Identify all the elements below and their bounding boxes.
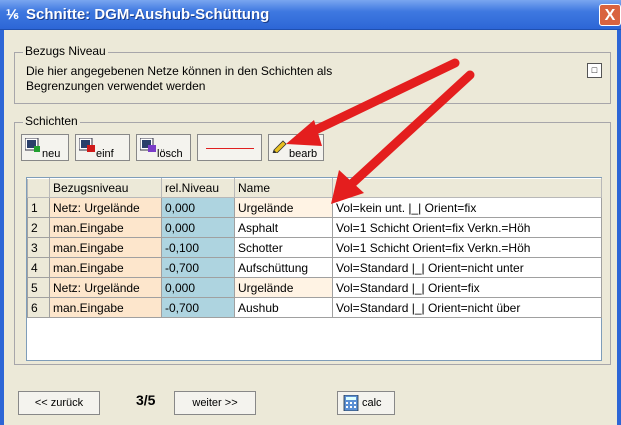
info-cell[interactable]: Vol=Standard |_| Orient=nicht über	[332, 297, 602, 318]
column-header[interactable]: Name	[234, 178, 333, 198]
name-cell[interactable]: Aufschüttung	[234, 257, 333, 278]
column-header[interactable]: Info	[332, 178, 602, 198]
losch-button[interactable]: lösch	[136, 134, 191, 161]
name-cell[interactable]: Urgelände	[234, 197, 333, 218]
bearb-label: bearb	[289, 148, 318, 160]
calc-label: calc	[362, 397, 382, 409]
table-row[interactable]: 4 man.Eingabe -0,700 Aufschüttung Vol=St…	[27, 257, 602, 278]
layers-table: Bezugsniveau rel.Niveau Name Info 1 Netz…	[27, 178, 602, 318]
info-cell[interactable]: Vol=kein unt. |_| Orient=fix	[332, 197, 602, 218]
neu-label: neu	[42, 148, 61, 160]
bezugsniveau-cell[interactable]: man.Eingabe	[49, 257, 162, 278]
losch-label: lösch	[157, 148, 183, 160]
rel-niveau-cell[interactable]: 0,000	[161, 277, 235, 298]
row-number: 2	[27, 217, 50, 238]
info-cell[interactable]: Vol=1 Schicht Orient=fix Verkn.=Höh	[332, 217, 602, 238]
app-icon: ⅙	[6, 7, 19, 22]
edit-pencil-icon	[272, 140, 287, 153]
expand-button[interactable]: □	[587, 63, 602, 78]
line-style-button[interactable]	[197, 134, 262, 161]
rel-niveau-cell[interactable]: 0,000	[161, 197, 235, 218]
rel-niveau-cell[interactable]: -0,700	[161, 257, 235, 278]
table-row[interactable]: 6 man.Eingabe -0,700 Aushub Vol=Standard…	[27, 297, 602, 318]
bezugs-niveau-legend: Bezugs Niveau	[23, 44, 108, 58]
bearb-button[interactable]: bearb	[268, 134, 324, 161]
next-button[interactable]: weiter >>	[174, 391, 256, 415]
name-cell[interactable]: Schotter	[234, 237, 333, 258]
delete-layer-icon	[140, 138, 156, 152]
close-button[interactable]: X	[599, 4, 621, 26]
insert-layer-icon	[79, 138, 95, 152]
bezugsniveau-cell[interactable]: man.Eingabe	[49, 237, 162, 258]
schichten-legend: Schichten	[23, 114, 80, 128]
row-number: 4	[27, 257, 50, 278]
navigation-bar: << zurück 3/5 weiter >> calc	[14, 380, 611, 418]
table-row[interactable]: 3 man.Eingabe -0,100 Schotter Vol=1 Schi…	[27, 237, 602, 258]
calculator-icon	[343, 395, 359, 411]
table-row[interactable]: 5 Netz: Urgelände 0,000 Urgelände Vol=St…	[27, 277, 602, 298]
bezugsniveau-cell[interactable]: Netz: Urgelände	[49, 277, 162, 298]
rel-niveau-cell[interactable]: -0,700	[161, 297, 235, 318]
back-button[interactable]: << zurück	[18, 391, 100, 415]
page-indicator: 3/5	[136, 392, 156, 408]
new-layer-icon	[25, 138, 40, 152]
rel-niveau-cell[interactable]: -0,100	[161, 237, 235, 258]
schichten-group: Schichten neu einf lösch bearb Bezugsniv…	[14, 114, 611, 365]
neu-button[interactable]: neu	[21, 134, 69, 161]
row-number: 1	[27, 197, 50, 218]
column-header[interactable]: Bezugsniveau	[49, 178, 162, 198]
einf-button[interactable]: einf	[75, 134, 130, 161]
info-cell[interactable]: Vol=1 Schicht Orient=fix Verkn.=Höh	[332, 237, 602, 258]
red-line-swatch	[206, 148, 254, 149]
info-cell[interactable]: Vol=Standard |_| Orient=fix	[332, 277, 602, 298]
dialog-client: Bezugs Niveau Die hier angegebenen Netze…	[0, 30, 621, 425]
calc-button[interactable]: calc	[337, 391, 395, 415]
bezugsniveau-cell[interactable]: man.Eingabe	[49, 217, 162, 238]
name-cell[interactable]: Urgelände	[234, 277, 333, 298]
row-number: 5	[27, 277, 50, 298]
name-cell[interactable]: Aushub	[234, 297, 333, 318]
row-number: 3	[27, 237, 50, 258]
bezugs-niveau-description: Die hier angegebenen Netze können in den…	[26, 64, 333, 93]
name-cell[interactable]: Asphalt	[234, 217, 333, 238]
window-title: Schnitte: DGM-Aushub-Schüttung	[26, 6, 270, 23]
bezugs-niveau-group: Bezugs Niveau Die hier angegebenen Netze…	[14, 44, 611, 104]
title-bar: ⅙ Schnitte: DGM-Aushub-Schüttung X	[0, 0, 621, 30]
schichten-table: Bezugsniveau rel.Niveau Name Info 1 Netz…	[26, 177, 602, 361]
row-number: 6	[27, 297, 50, 318]
row-number-header	[27, 178, 50, 198]
info-cell[interactable]: Vol=Standard |_| Orient=nicht unter	[332, 257, 602, 278]
rel-niveau-cell[interactable]: 0,000	[161, 217, 235, 238]
table-row[interactable]: 2 man.Eingabe 0,000 Asphalt Vol=1 Schich…	[27, 217, 602, 238]
table-row[interactable]: 1 Netz: Urgelände 0,000 Urgelände Vol=ke…	[27, 197, 602, 218]
column-header[interactable]: rel.Niveau	[161, 178, 235, 198]
bezugsniveau-cell[interactable]: Netz: Urgelände	[49, 197, 162, 218]
einf-label: einf	[96, 148, 114, 160]
bezugsniveau-cell[interactable]: man.Eingabe	[49, 297, 162, 318]
